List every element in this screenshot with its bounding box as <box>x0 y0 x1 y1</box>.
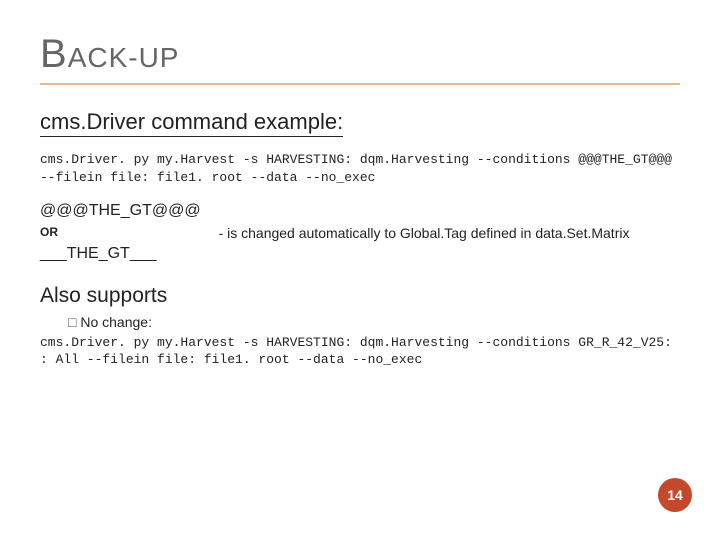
slide: BACK-UP cms.Driver command example: cms.… <box>0 0 720 540</box>
gt-choices: @@@THE_GT@@@ OR ___THE_GT___ <box>40 200 201 266</box>
also-bullet: No change: <box>68 314 680 330</box>
gt-option-1: @@@THE_GT@@@ <box>40 200 201 222</box>
title-initcap: B <box>40 32 68 76</box>
page-number-badge: 14 <box>658 478 692 512</box>
gt-or-label: OR <box>40 224 201 241</box>
command-supports: cms.Driver. py my.Harvest -s HARVESTING:… <box>40 334 680 369</box>
gt-note-text: - is changed automatically to Global.Tag… <box>219 225 630 241</box>
gt-option-2: ___THE_GT___ <box>40 243 201 265</box>
also-supports-heading: Also supports <box>40 284 680 308</box>
gt-note-row: @@@THE_GT@@@ OR ___THE_GT___ - is change… <box>40 200 680 266</box>
page-title: BACK-UP <box>40 32 680 85</box>
section-heading-example: cms.Driver command example: <box>40 109 343 137</box>
command-example: cms.Driver. py my.Harvest -s HARVESTING:… <box>40 151 680 186</box>
title-rest: ACK-UP <box>68 42 180 73</box>
